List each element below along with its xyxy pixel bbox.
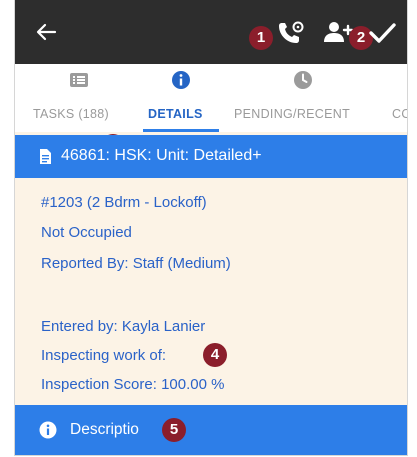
active-tab-indicator [143, 129, 219, 132]
work-order-title: 46861: HSK: Unit: Detailed+ [61, 147, 262, 164]
clock-icon [294, 71, 312, 89]
list-icon [70, 73, 88, 87]
tab-co-label: CO [392, 107, 407, 121]
reported-by: Reported By: Staff (Medium) [41, 255, 231, 272]
tab-pending-recent[interactable]: PENDING/RECENT [229, 64, 377, 132]
annotation-badge-1: 1 [249, 26, 273, 50]
entered-by: Entered by: Kayla Lanier [41, 318, 206, 335]
app-frame: 1 2 TASKS (188) 3 [14, 0, 408, 456]
inspection-score: Inspection Score: 100.00 % [41, 376, 225, 393]
info-icon [39, 421, 57, 439]
annotation-badge-5: 5 [162, 418, 186, 442]
tab-bar: TASKS (188) 3 DETAILS PENDING/RECENT CO [15, 64, 407, 158]
description-section[interactable]: Descriptio 5 [15, 405, 407, 455]
tab-pending-recent-label: PENDING/RECENT [234, 107, 351, 121]
tab-details[interactable]: DETAILS [143, 64, 219, 132]
annotation-badge-4: 4 [203, 343, 227, 367]
description-label: Descriptio [70, 421, 139, 438]
phone-pin-icon[interactable] [276, 20, 306, 46]
occupancy-status: Not Occupied [41, 224, 132, 241]
top-bar: 1 2 [15, 0, 407, 64]
tab-details-label: DETAILS [148, 107, 203, 121]
tab-tasks[interactable]: TASKS (188) [25, 64, 129, 132]
info-icon [172, 71, 190, 89]
tab-co[interactable]: CO [387, 64, 407, 132]
checkmark-icon[interactable] [367, 20, 397, 46]
inspecting-work-of: Inspecting work of: [41, 347, 167, 364]
arrow-left-icon[interactable] [35, 22, 57, 42]
tab-tasks-label: TASKS (188) [33, 107, 110, 121]
unit-detail: #1203 (2 Bdrm - Lockoff) [41, 194, 207, 211]
document-icon [40, 149, 51, 164]
work-order-header: 46861: HSK: Unit: Detailed+ [15, 135, 407, 178]
